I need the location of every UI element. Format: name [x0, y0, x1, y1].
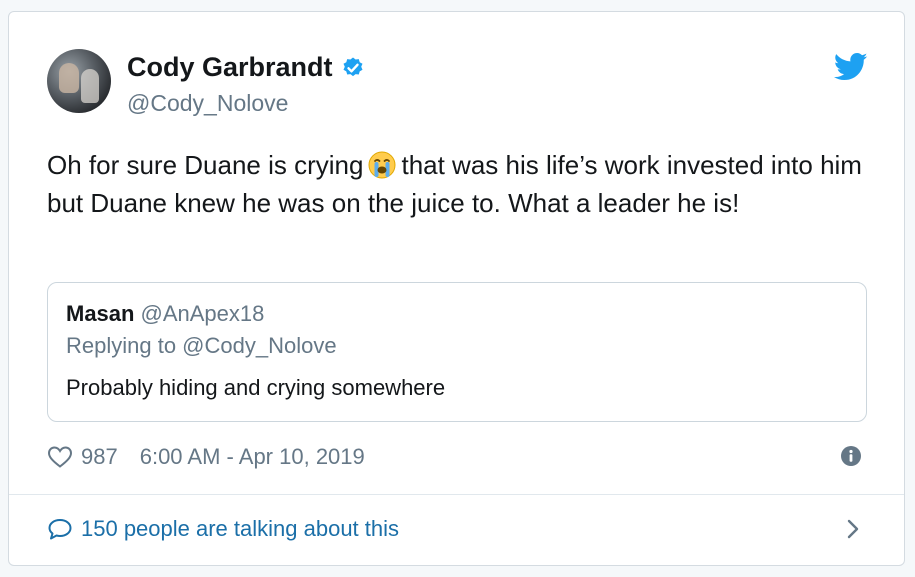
- quoted-tweet-text: Probably hiding and crying somewhere: [66, 375, 446, 400]
- heart-icon[interactable]: [47, 445, 73, 469]
- verified-badge-icon: [343, 57, 363, 76]
- quoted-author-name: Masan: [66, 301, 135, 326]
- quoted-replying-to: Replying to @Cody_Nolove: [66, 333, 337, 358]
- author-name-row[interactable]: Cody Garbrandt: [127, 52, 365, 83]
- author-name[interactable]: Cody Garbrandt: [127, 52, 333, 83]
- tweet-meta: 987 6:00 AM - Apr 10, 2019: [47, 444, 365, 470]
- twitter-bird-icon[interactable]: [834, 52, 868, 82]
- quoted-tweet-header: Masan @AnApex18: [66, 301, 264, 327]
- tweet-text: Oh for sure Duane is crying that was his…: [47, 146, 877, 222]
- conversation-link[interactable]: 150 people are talking about this: [47, 516, 399, 542]
- quoted-tweet[interactable]: Masan @AnApex18 Replying to @Cody_Nolove …: [47, 282, 867, 422]
- author-avatar[interactable]: [47, 49, 111, 113]
- quoted-author-handle: @AnApex18: [140, 301, 265, 326]
- author-handle[interactable]: @Cody_Nolove: [127, 90, 288, 117]
- tweet-timestamp[interactable]: 6:00 AM - Apr 10, 2019: [140, 444, 365, 470]
- comment-icon: [48, 519, 72, 540]
- chevron-right-icon[interactable]: [844, 517, 862, 541]
- tweet-text-part1: Oh for sure Duane is crying: [47, 150, 364, 180]
- conversation-count-text[interactable]: 150 people are talking about this: [81, 516, 399, 542]
- like-count[interactable]: 987: [81, 444, 118, 470]
- tweet-card[interactable]: Cody Garbrandt @Cody_Nolove Oh for sure …: [8, 11, 905, 566]
- info-icon[interactable]: [840, 445, 862, 467]
- divider: [9, 494, 904, 495]
- loudly-crying-face-emoji: [368, 151, 396, 179]
